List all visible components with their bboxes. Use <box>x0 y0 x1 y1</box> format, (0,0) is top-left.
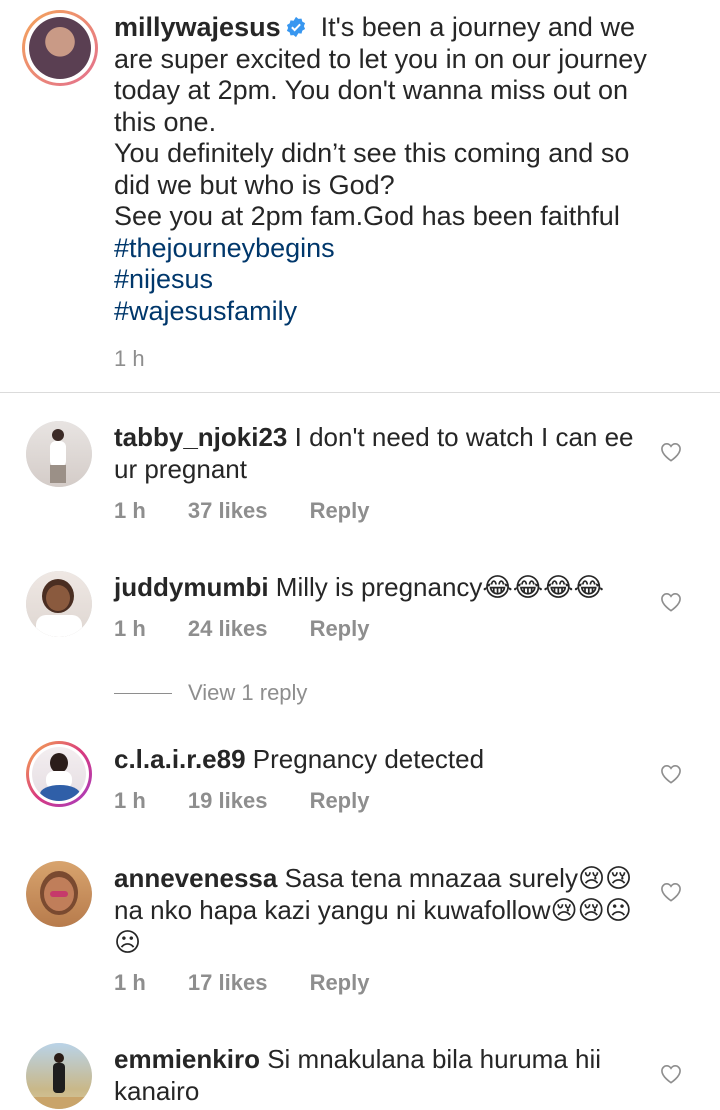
post-caption: millywajesus It's been a journey and we a… <box>0 0 720 392</box>
caption-line: You definitely didn’t see this coming an… <box>114 138 630 168</box>
comment-likes[interactable]: 37 likes <box>188 498 268 523</box>
hashtag-link[interactable]: #wajesusfamily <box>114 296 694 328</box>
caption-line: It's been a journey and we <box>320 12 635 42</box>
caption-line: today at 2pm. You don't wanna miss out o… <box>114 75 629 105</box>
commenter-avatar[interactable] <box>26 741 92 807</box>
comment-text: tabby_njoki23 I don't need to watch I ca… <box>114 421 644 485</box>
comment-time: 1 h <box>114 498 146 523</box>
commenter-avatar[interactable] <box>26 571 92 637</box>
comment-time: 1 h <box>114 788 146 813</box>
caption-line: this one. <box>114 106 217 137</box>
comment-username[interactable]: tabby_njoki23 <box>114 422 287 452</box>
reply-button[interactable]: Reply <box>310 970 370 995</box>
comment-time: 1 h <box>114 970 146 995</box>
comment-meta: 1 h 17 likes Reply <box>114 970 405 996</box>
hashtag-link[interactable]: #thejourneybegins <box>114 233 694 265</box>
comment-text: c.l.a.i.r.e89 Pregnancy detected <box>114 743 644 775</box>
comment-text: emmienkiro Si mnakulana bila huruma hii … <box>114 1043 644 1107</box>
heart-icon[interactable] <box>660 882 682 902</box>
comment-username[interactable]: c.l.a.i.r.e89 <box>114 744 246 774</box>
comment-likes[interactable]: 19 likes <box>188 788 268 813</box>
caption-avatar[interactable] <box>22 10 98 86</box>
caption-line: are super excited to let you in on our j… <box>114 43 647 74</box>
view-replies-label: View 1 reply <box>188 680 308 705</box>
comment-username[interactable]: emmienkiro <box>114 1044 260 1074</box>
verified-badge-icon <box>286 16 305 38</box>
comment-time: 1 h <box>114 616 146 641</box>
comment-meta: 1 h 24 likes Reply <box>114 616 405 642</box>
divider <box>0 392 720 393</box>
caption-text: millywajesus It's been a journey and we a… <box>114 12 694 327</box>
caption-username[interactable]: millywajesus <box>114 12 281 42</box>
comment-text: juddymumbi Milly is pregnancy😂😂😂😂 <box>114 571 644 603</box>
comment-username[interactable]: juddymumbi <box>114 572 269 602</box>
comment-username[interactable]: annevenessa <box>114 863 277 893</box>
caption-line: See you at 2pm fam.God has been faithful <box>114 201 620 231</box>
commenter-avatar[interactable] <box>26 861 92 927</box>
caption-line: did we but who is God? <box>114 169 395 200</box>
view-replies-line <box>114 692 172 694</box>
comment-likes[interactable]: 17 likes <box>188 970 268 995</box>
heart-icon[interactable] <box>660 592 682 612</box>
commenter-avatar[interactable] <box>26 421 92 487</box>
reply-button[interactable]: Reply <box>310 616 370 641</box>
hashtag-link[interactable]: #nijesus <box>114 264 694 296</box>
comment-message: Milly is pregnancy😂😂😂😂 <box>275 572 604 602</box>
caption-timestamp: 1 h <box>114 346 145 371</box>
commenter-avatar[interactable] <box>26 1043 92 1109</box>
reply-button[interactable]: Reply <box>310 788 370 813</box>
comment-message: Pregnancy detected <box>252 744 485 774</box>
comment-text: annevenessa Sasa tena mnazaa surely😢😢na … <box>114 862 644 958</box>
heart-icon[interactable] <box>660 442 682 462</box>
view-replies-button[interactable]: View 1 reply <box>114 678 307 708</box>
comment-meta: 1 h 19 likes Reply <box>114 788 405 814</box>
reply-button[interactable]: Reply <box>310 498 370 523</box>
comment-meta: 1 h 37 likes Reply <box>114 498 405 524</box>
heart-icon[interactable] <box>660 1064 682 1084</box>
comment-likes[interactable]: 24 likes <box>188 616 268 641</box>
heart-icon[interactable] <box>660 764 682 784</box>
